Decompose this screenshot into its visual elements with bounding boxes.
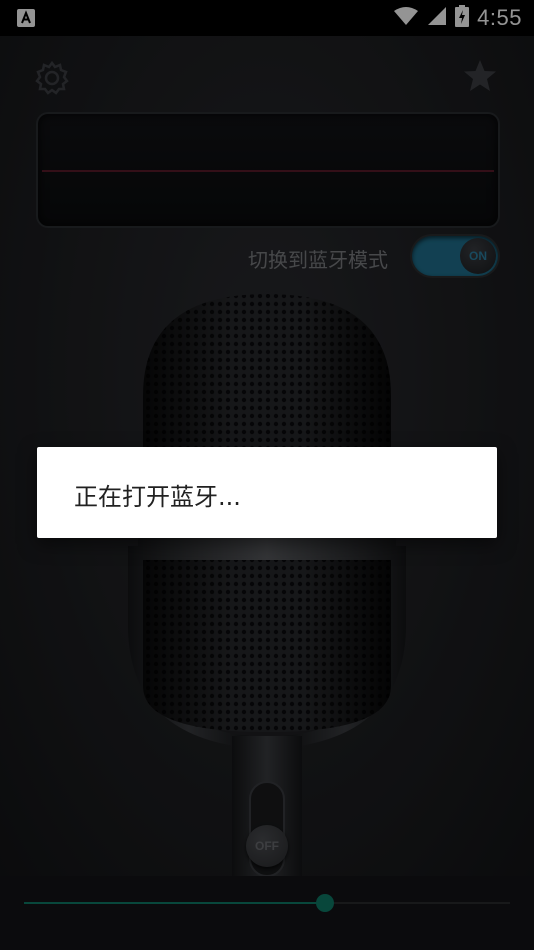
dialog-message: 正在打开蓝牙... [74, 483, 241, 511]
progress-dialog: 正在打开蓝牙... [37, 447, 497, 538]
screen: 4:55 切换到蓝牙模式 ON OFF 正在打开蓝牙... [0, 0, 534, 950]
